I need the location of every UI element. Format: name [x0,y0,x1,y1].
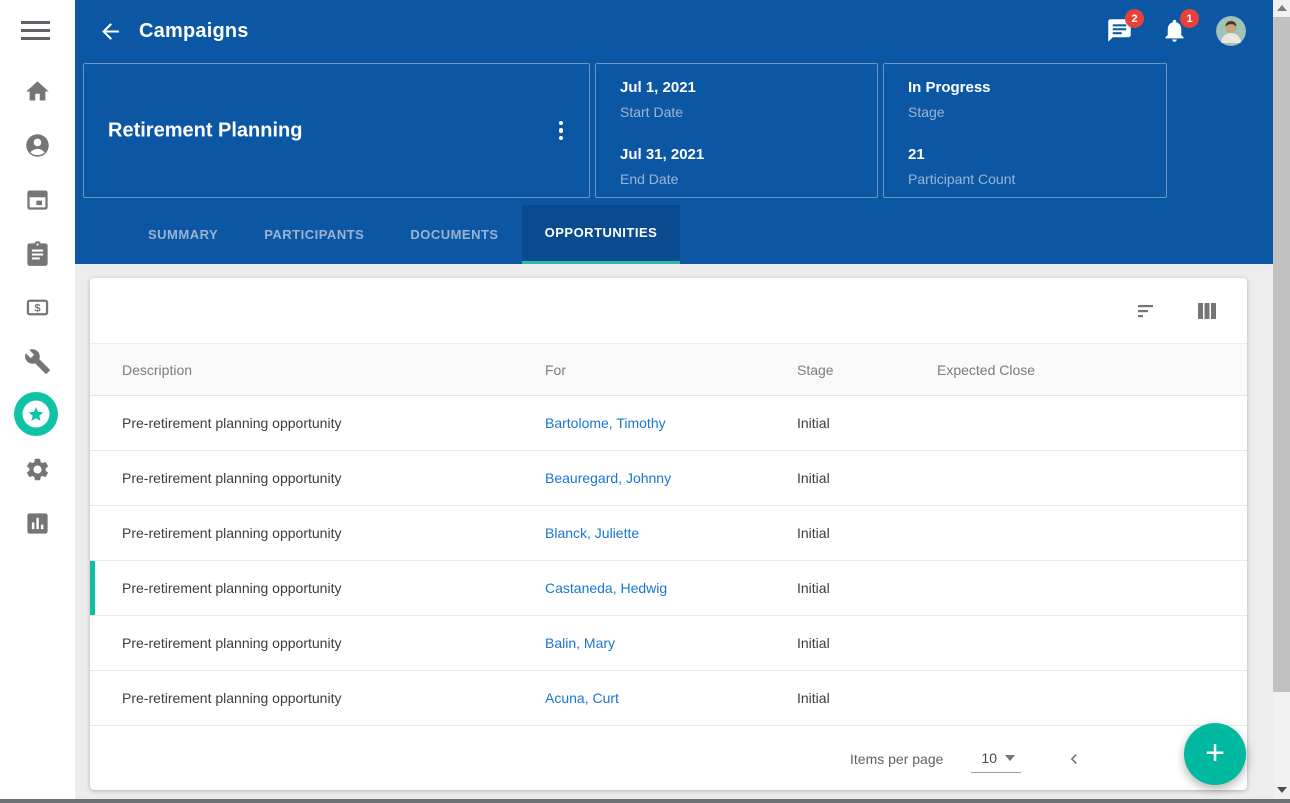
start-date-label: Start Date [620,103,865,121]
stage-value: In Progress [908,79,1154,97]
back-arrow-icon[interactable] [93,14,127,48]
messages-badge: 2 [1125,9,1144,28]
sort-icon[interactable] [1135,299,1159,323]
icon-sidebar: $ [0,0,75,803]
sidebar-item-campaigns-active[interactable] [14,392,58,436]
participant-link[interactable]: Castaneda, Hedwig [545,580,797,596]
tab-documents[interactable]: DOCUMENTS [387,205,521,264]
kebab-menu-icon[interactable] [549,117,573,145]
sidebar-item-reports[interactable] [24,510,51,537]
table-row[interactable]: Pre-retirement planning opportunity Blan… [90,506,1247,561]
sidebar-item-home[interactable] [24,78,51,105]
add-opportunity-fab[interactable]: + [1184,723,1246,785]
sidebar-item-tools[interactable] [24,348,51,375]
end-date-value: Jul 31, 2021 [620,146,865,164]
sidebar-item-billing[interactable]: $ [24,294,51,321]
user-avatar[interactable] [1216,16,1246,46]
participant-link[interactable]: Balin, Mary [545,635,797,651]
messages-button[interactable]: 2 [1106,17,1134,45]
opportunity-stage: Initial [797,580,937,596]
opportunity-stage: Initial [797,415,937,431]
campaigns-star-icon [14,392,58,436]
campaign-dates-card: Jul 1, 2021 Start Date Jul 31, 2021 End … [595,63,878,198]
scroll-up-arrow[interactable] [1273,0,1290,16]
tab-summary[interactable]: SUMMARY [125,205,241,264]
column-header-description[interactable]: Description [122,362,545,378]
participant-count-label: Participant Count [908,170,1154,188]
campaign-tabs: SUMMARY PARTICIPANTS DOCUMENTS OPPORTUNI… [75,205,680,264]
opportunity-description: Pre-retirement planning opportunity [122,635,545,651]
opportunity-description: Pre-retirement planning opportunity [122,470,545,486]
top-app-bar: Campaigns 2 1 [75,0,1273,62]
table-row[interactable]: Pre-retirement planning opportunity Cast… [90,561,1247,616]
campaign-stage-card: In Progress Stage 21 Participant Count [883,63,1167,198]
opportunity-description: Pre-retirement planning opportunity [122,415,545,431]
table-header-row: Description For Stage Expected Close [90,343,1247,396]
opportunity-stage: Initial [797,690,937,706]
columns-icon[interactable] [1195,299,1219,323]
sidebar-item-tasks[interactable] [24,240,51,267]
chat-icon [1106,31,1133,48]
page-size-value: 10 [981,750,997,766]
table-row[interactable]: Pre-retirement planning opportunity Acun… [90,671,1247,726]
menu-icon[interactable] [21,21,51,42]
opportunity-stage: Initial [797,470,937,486]
tab-opportunities[interactable]: OPPORTUNITIES [522,205,681,264]
opportunity-description: Pre-retirement planning opportunity [122,580,545,596]
content-area: Description For Stage Expected Close Pre… [75,264,1273,803]
opportunity-description: Pre-retirement planning opportunity [122,690,545,706]
end-date-label: End Date [620,170,865,188]
opportunity-stage: Initial [797,635,937,651]
opportunities-table-card: Description For Stage Expected Close Pre… [90,278,1247,790]
column-header-stage[interactable]: Stage [797,362,937,378]
calendar-icon [24,186,51,213]
page-size-select[interactable]: 10 [971,746,1021,773]
stage-label: Stage [908,103,1154,121]
column-header-expected-close[interactable]: Expected Close [937,362,1247,378]
vertical-scrollbar[interactable] [1273,0,1290,803]
sidebar-item-contacts[interactable] [24,132,51,159]
notifications-button[interactable]: 1 [1161,17,1189,45]
table-toolbar [90,278,1247,343]
table-row[interactable]: Pre-retirement planning opportunity Bali… [90,616,1247,671]
scrollbar-thumb[interactable] [1273,17,1290,692]
campaign-name-card: Retirement Planning [83,63,590,198]
bell-icon [1161,31,1188,48]
chevron-left-icon [1064,749,1084,769]
column-header-for[interactable]: For [545,362,797,378]
participant-link[interactable]: Beauregard, Johnny [545,470,797,486]
table-row[interactable]: Pre-retirement planning opportunity Beau… [90,451,1247,506]
items-per-page-label: Items per page [850,751,943,767]
table-body: Pre-retirement planning opportunity Bart… [90,396,1247,726]
table-row[interactable]: Pre-retirement planning opportunity Bart… [90,396,1247,451]
participant-link[interactable]: Bartolome, Timothy [545,415,797,431]
person-icon [24,132,51,159]
svg-text:$: $ [34,303,41,315]
scroll-down-arrow[interactable] [1273,782,1290,798]
app-window: $ Campaigns 2 [0,0,1290,803]
page-title: Campaigns [139,20,249,43]
wrench-icon [24,348,51,375]
start-date-value: Jul 1, 2021 [620,79,865,97]
chevron-down-icon [1005,755,1015,761]
window-bottom-edge [0,799,1290,803]
bar-chart-icon [24,510,51,537]
tab-participants[interactable]: PARTICIPANTS [241,205,387,264]
campaign-summary-cards: Retirement Planning Jul 1, 2021 Start Da… [75,63,1273,200]
clipboard-icon [24,240,51,267]
previous-page-button[interactable] [1061,746,1087,772]
opportunity-stage: Initial [797,525,937,541]
participant-count-value: 21 [908,146,1154,164]
campaign-name: Retirement Planning [108,119,302,142]
sidebar-item-settings[interactable] [24,456,51,483]
participant-link[interactable]: Acuna, Curt [545,690,797,706]
dollar-icon: $ [24,294,51,321]
notifications-badge: 1 [1180,9,1199,28]
page-header: Campaigns 2 1 Retirement Planning [75,0,1273,264]
home-icon [24,78,51,105]
participant-link[interactable]: Blanck, Juliette [545,525,797,541]
sidebar-item-calendar[interactable] [24,186,51,213]
opportunity-description: Pre-retirement planning opportunity [122,525,545,541]
gear-icon [24,456,51,483]
